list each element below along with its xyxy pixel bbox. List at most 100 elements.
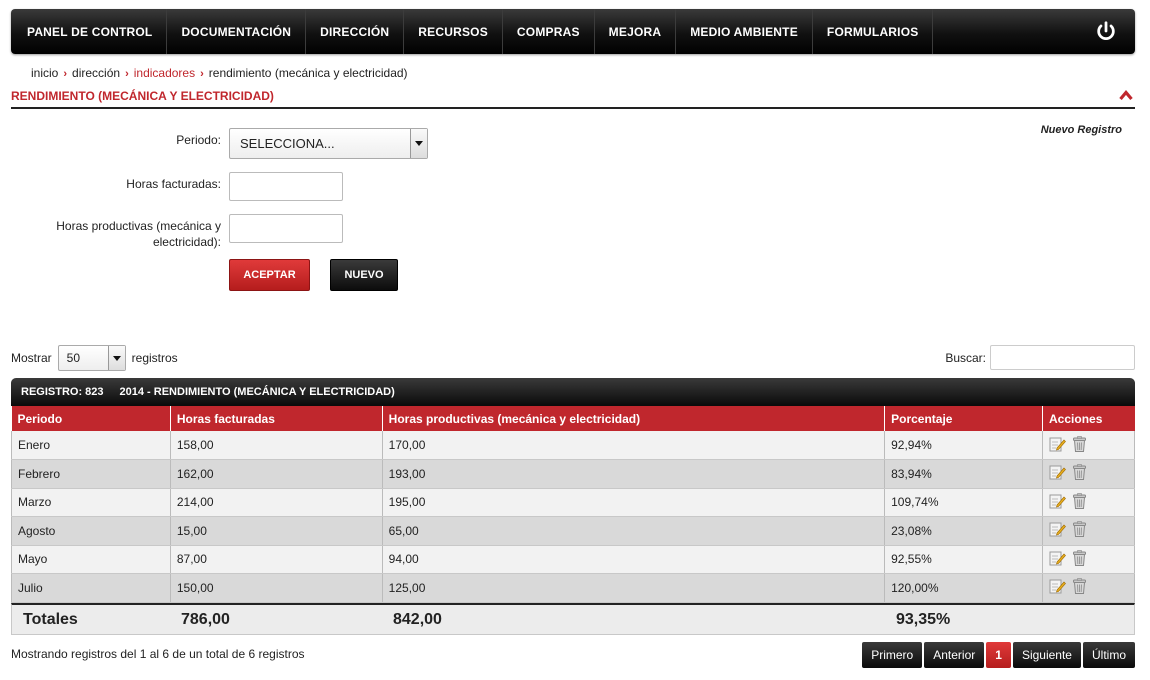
delete-icon[interactable]: [1073, 492, 1087, 512]
horas-facturadas-label: Horas facturadas:: [126, 177, 221, 191]
table-header-row: Periodo Horas facturadas Horas productiv…: [11, 406, 1135, 431]
cell-horas-facturadas: 158,00: [170, 431, 383, 460]
row-actions: [1049, 492, 1128, 512]
pager-page-1-button[interactable]: 1: [986, 642, 1011, 668]
cell-horas-facturadas: 214,00: [170, 488, 383, 517]
nav-direccion[interactable]: DIRECCIÓN: [306, 9, 405, 54]
pagination: Primero Anterior 1 Siguiente Último: [862, 642, 1135, 668]
nav-panel-de-control[interactable]: PANEL DE CONTROL: [11, 9, 168, 54]
edit-icon[interactable]: [1049, 436, 1066, 455]
cell-porcentaje: 109,74%: [884, 488, 1044, 517]
row-actions: [1049, 549, 1128, 569]
cell-horas-productivas: 94,00: [382, 545, 886, 574]
cell-horas-productivas: 195,00: [382, 488, 886, 517]
nav-formularios[interactable]: FORMULARIOS: [813, 9, 934, 54]
periodo-select[interactable]: SELECCIONA...: [229, 128, 428, 159]
nav-documentacion[interactable]: DOCUMENTACIÓN: [167, 9, 307, 54]
chevron-down-icon[interactable]: [107, 346, 125, 370]
delete-icon[interactable]: [1073, 578, 1087, 597]
cell-horas-productivas: 125,00: [382, 573, 886, 603]
nav-compras[interactable]: COMPRAS: [503, 9, 595, 54]
new-record-label[interactable]: Nuevo Registro: [1041, 124, 1122, 136]
new-button[interactable]: NUEVO: [330, 259, 398, 291]
column-header-horas-productivas[interactable]: Horas productivas (mecánica y electricid…: [382, 406, 886, 431]
chevron-right-icon: ›: [200, 68, 204, 80]
delete-icon[interactable]: [1073, 435, 1087, 455]
edit-icon[interactable]: [1049, 493, 1066, 512]
nav-recursos[interactable]: RECURSOS: [404, 9, 503, 54]
chevron-right-icon: ›: [63, 68, 68, 80]
breadcrumb-current: rendimiento (mecánica y electricidad): [208, 66, 408, 80]
pager-next-button[interactable]: Siguiente: [1012, 642, 1081, 668]
cell-horas-facturadas: 150,00: [170, 573, 383, 603]
cell-porcentaje: 92,55%: [884, 545, 1044, 574]
delete-icon[interactable]: [1073, 521, 1087, 540]
totals-horas-productivas: 842,00: [393, 611, 442, 628]
periodo-select-value: SELECCIONA...: [240, 136, 335, 151]
delete-icon[interactable]: [1073, 549, 1087, 569]
cell-acciones: [1042, 431, 1135, 460]
cell-acciones: [1042, 516, 1135, 546]
cell-horas-productivas: 193,00: [382, 459, 886, 489]
totals-label: Totales: [23, 611, 78, 628]
breadcrumb-inicio[interactable]: inicio: [31, 66, 58, 80]
horas-productivas-input[interactable]: [229, 214, 343, 243]
periodo-label: Periodo:: [176, 133, 221, 147]
section-header: RENDIMIENTO (MECÁNICA Y ELECTRICIDAD): [11, 89, 1135, 109]
row-actions: [1049, 521, 1128, 540]
cell-porcentaje: 92,94%: [884, 431, 1044, 460]
data-table: Periodo Horas facturadas Horas productiv…: [11, 406, 1135, 603]
cell-periodo: Marzo: [11, 488, 171, 517]
cell-porcentaje: 120,00%: [884, 573, 1044, 603]
edit-icon[interactable]: [1049, 578, 1066, 597]
horas-facturadas-input[interactable]: [229, 172, 343, 201]
column-header-periodo[interactable]: Periodo: [11, 406, 171, 431]
table-title: 2014 - RENDIMIENTO (MECÁNICA Y ELECTRICI…: [119, 386, 395, 398]
totals-row: Totales 786,00 842,00 93,35%: [11, 603, 1135, 635]
search-control: Buscar:: [945, 345, 1135, 370]
power-icon[interactable]: [1095, 20, 1117, 42]
table-info: Mostrando registros del 1 al 6 de un tot…: [11, 647, 305, 661]
nav-medio-ambiente[interactable]: MEDIO AMBIENTE: [676, 9, 813, 54]
edit-icon[interactable]: [1049, 521, 1066, 540]
search-input[interactable]: [990, 345, 1135, 370]
page-length-value: 50: [66, 351, 81, 365]
pager-last-button[interactable]: Último: [1082, 642, 1135, 668]
delete-icon[interactable]: [1073, 464, 1087, 483]
row-actions: [1049, 578, 1128, 597]
horas-productivas-label: Horas productivas (mecánica y electricid…: [20, 218, 221, 250]
chevron-up-icon[interactable]: [1119, 89, 1133, 101]
search-label: Buscar:: [945, 350, 986, 365]
column-header-horas-facturadas[interactable]: Horas facturadas: [170, 406, 383, 431]
page-length-control: Mostrar 50 registros: [11, 345, 178, 371]
cell-periodo: Agosto: [11, 516, 171, 546]
cell-porcentaje: 23,08%: [884, 516, 1044, 546]
edit-icon[interactable]: [1049, 464, 1066, 483]
accept-button[interactable]: ACEPTAR: [229, 259, 310, 291]
pager-prev-button[interactable]: Anterior: [924, 642, 985, 668]
nav-mejora[interactable]: MEJORA: [595, 9, 677, 54]
row-actions: [1049, 464, 1128, 483]
cell-horas-facturadas: 162,00: [170, 459, 383, 489]
column-header-porcentaje[interactable]: Porcentaje: [884, 406, 1044, 431]
breadcrumb-indicadores[interactable]: indicadores: [134, 66, 195, 80]
totals-porcentaje: 93,35%: [896, 611, 951, 628]
breadcrumb-direccion[interactable]: dirección: [72, 66, 120, 80]
cell-horas-productivas: 170,00: [382, 431, 886, 460]
page-length-select[interactable]: 50: [57, 345, 126, 371]
table-row: Julio 150,00 125,00 120,00%: [11, 573, 1135, 603]
records-label: registros: [131, 351, 178, 365]
page-title: RENDIMIENTO (MECÁNICA Y ELECTRICIDAD): [11, 89, 274, 103]
registro-label: REGISTRO: 823: [21, 386, 104, 398]
horas-productivas-label-line2: electricidad):: [152, 235, 221, 249]
cell-porcentaje: 83,94%: [884, 459, 1044, 489]
cell-acciones: [1042, 488, 1135, 517]
table-row: Enero 158,00 170,00 92,94%: [11, 431, 1135, 460]
cell-periodo: Mayo: [11, 545, 171, 574]
edit-icon[interactable]: [1049, 550, 1066, 569]
main-navbar: PANEL DE CONTROL DOCUMENTACIÓN DIRECCIÓN…: [11, 9, 1135, 54]
pager-first-button[interactable]: Primero: [862, 642, 923, 668]
cell-periodo: Febrero: [11, 459, 171, 489]
chevron-down-icon[interactable]: [410, 129, 427, 158]
cell-acciones: [1042, 545, 1135, 574]
